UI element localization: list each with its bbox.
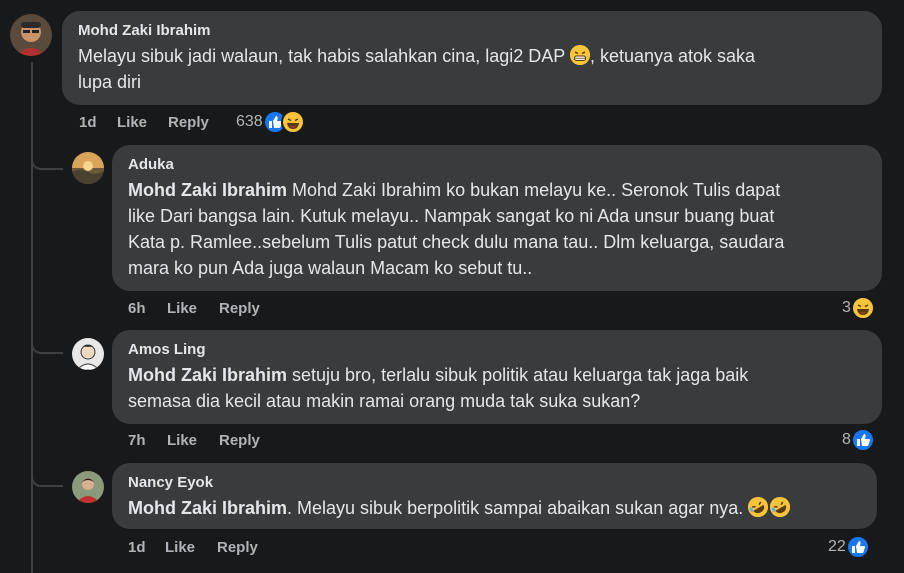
comment-bubble: Aduka Mohd Zaki Ibrahim Mohd Zaki Ibrahi… — [112, 145, 882, 291]
reaction-count: 3 — [842, 299, 851, 316]
comment-text: Mohd Zaki Ibrahim. Melayu sibuk berpolit… — [128, 495, 861, 521]
reaction-summary[interactable]: 3 — [842, 296, 875, 320]
comment-text: Mohd Zaki Ibrahim setuju bro, terlalu si… — [128, 362, 866, 414]
thread-connector — [31, 465, 63, 487]
comment-bubble: Mohd Zaki Ibrahim Melayu sibuk jadi wala… — [62, 11, 882, 105]
rofl-emoji-icon — [748, 497, 769, 517]
timestamp[interactable]: 6h — [128, 300, 167, 317]
like-icon — [850, 428, 875, 452]
like-button[interactable]: Like — [167, 432, 219, 449]
timestamp[interactable]: 1d — [128, 539, 165, 556]
reaction-summary[interactable]: 8 — [842, 428, 875, 452]
comment-actions: 1d Like Reply — [79, 114, 209, 131]
avatar[interactable] — [72, 471, 104, 503]
like-button[interactable]: Like — [117, 114, 168, 131]
thread-connector — [31, 332, 63, 354]
comment-bubble: Nancy Eyok Mohd Zaki Ibrahim. Melayu sib… — [112, 463, 877, 529]
reply-button[interactable]: Reply — [168, 114, 209, 131]
comment-author[interactable]: Nancy Eyok — [128, 473, 861, 493]
comment-text-part: lupa diri — [78, 72, 142, 92]
reply-button[interactable]: Reply — [219, 300, 260, 317]
comment-author[interactable]: Aduka — [128, 155, 866, 175]
haha-icon — [850, 296, 875, 320]
comment-text-part: , ketuanya atok saka — [589, 46, 756, 66]
comment-text: Melayu sibuk jadi walaun, tak habis sala… — [78, 43, 866, 95]
rofl-emoji-icon — [770, 497, 791, 517]
reply-button[interactable]: Reply — [217, 539, 258, 556]
avatar[interactable] — [72, 152, 104, 184]
haha-icon — [280, 110, 305, 134]
comment-text-part: mara ko pun Ada juga walaun Macam ko seb… — [128, 258, 533, 278]
comment-text-part: like Dari bangsa lain. Kutuk melayu.. Na… — [128, 206, 775, 226]
comment-author[interactable]: Mohd Zaki Ibrahim — [78, 21, 866, 41]
like-icon — [845, 535, 870, 559]
mention-link[interactable]: Mohd Zaki Ibrahim — [128, 180, 287, 200]
avatar[interactable] — [10, 14, 52, 56]
comment-text-part: setuju bro, terlalu sibuk politik atau k… — [287, 365, 749, 385]
reaction-count: 8 — [842, 431, 851, 448]
avatar[interactable] — [72, 338, 104, 370]
like-button[interactable]: Like — [165, 539, 217, 556]
comment-text-part: Melayu sibuk jadi walaun, tak habis sala… — [78, 46, 570, 66]
timestamp[interactable]: 7h — [128, 432, 167, 449]
reaction-count: 638 — [236, 113, 263, 130]
comment-text: Mohd Zaki Ibrahim Mohd Zaki Ibrahim ko b… — [128, 177, 866, 281]
reply-button[interactable]: Reply — [219, 432, 260, 449]
grin-emoji-icon — [569, 45, 590, 65]
comment-text-part: Kata p. Ramlee..sebelum Tulis patut chec… — [128, 232, 785, 252]
comment-actions: 1d Like Reply — [128, 539, 258, 556]
comment-text-part: Mohd Zaki Ibrahim ko bukan melayu ke.. S… — [287, 180, 781, 200]
comment-text-part: . Melayu sibuk berpolitik sampai abaikan… — [287, 498, 749, 518]
thread-connector — [31, 148, 63, 170]
comment-author[interactable]: Amos Ling — [128, 340, 866, 360]
reaction-summary[interactable]: 22 — [828, 535, 870, 559]
comment-bubble: Amos Ling Mohd Zaki Ibrahim setuju bro, … — [112, 330, 882, 424]
reaction-summary[interactable]: 638 — [236, 110, 305, 134]
thread-line — [31, 62, 33, 573]
mention-link[interactable]: Mohd Zaki Ibrahim — [128, 498, 287, 518]
comment-actions: 6h Like Reply — [128, 300, 260, 317]
like-button[interactable]: Like — [167, 300, 219, 317]
comment-actions: 7h Like Reply — [128, 432, 260, 449]
timestamp[interactable]: 1d — [79, 114, 117, 131]
mention-link[interactable]: Mohd Zaki Ibrahim — [128, 365, 287, 385]
comment-text-part: semasa dia kecil atau makin ramai orang … — [128, 391, 641, 411]
reaction-count: 22 — [828, 538, 846, 555]
